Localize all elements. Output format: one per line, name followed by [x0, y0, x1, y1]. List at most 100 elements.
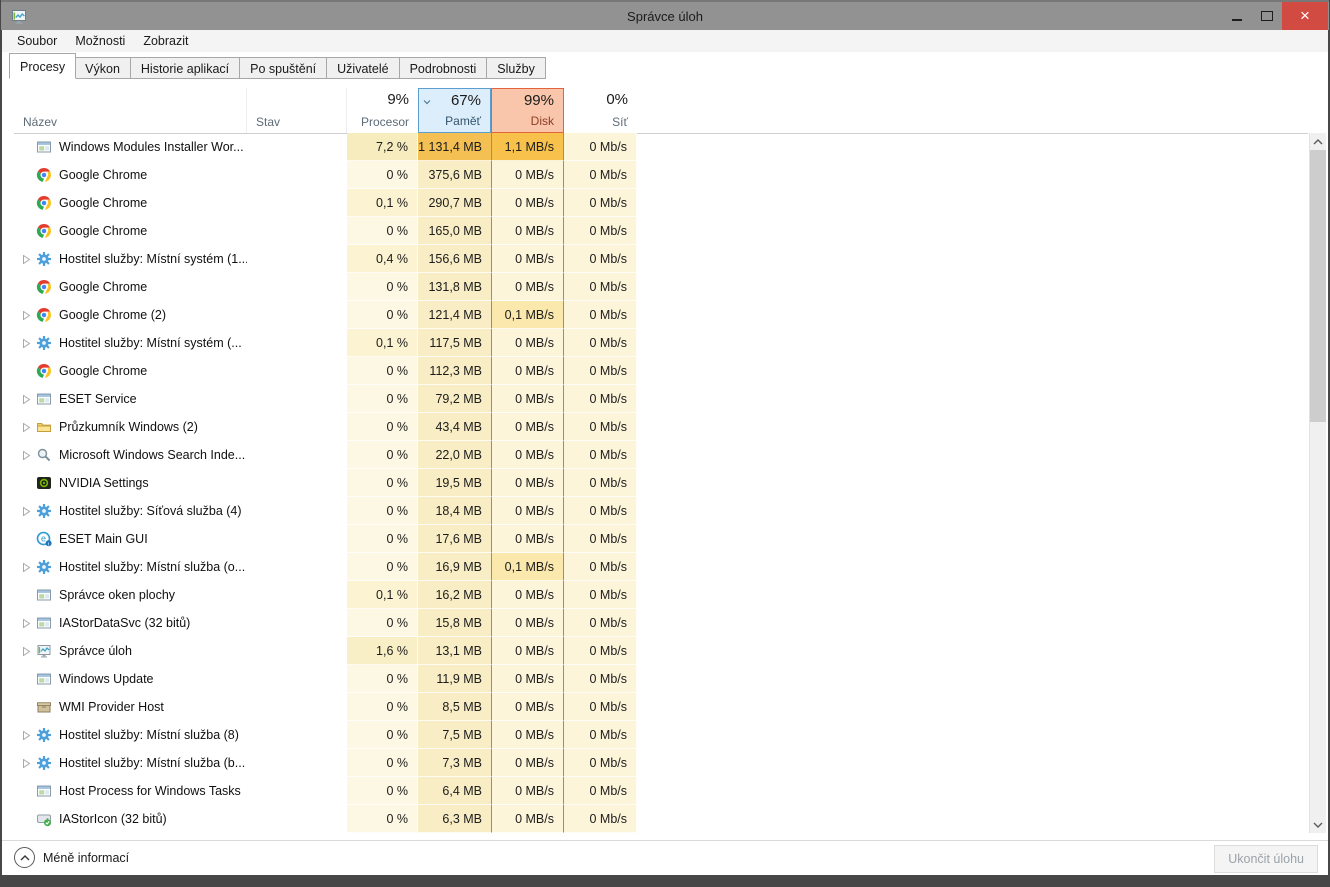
disk-value-cell: 0 MB/s: [491, 693, 564, 721]
close-button[interactable]: ×: [1282, 2, 1328, 30]
column-header-name[interactable]: Název: [14, 88, 247, 133]
row-filler: [637, 497, 1308, 525]
status-cell: [247, 693, 347, 721]
menu-item[interactable]: Zobrazit: [134, 31, 197, 51]
process-row[interactable]: Google Chrome (2) 0 % 121,4 MB 0,1 MB/s 0 Mb…: [14, 301, 1308, 329]
cpu-value-cell: 0 %: [347, 553, 418, 581]
tab-sluzby[interactable]: Služby: [487, 57, 546, 79]
maximize-button[interactable]: [1252, 2, 1282, 30]
process-row[interactable]: Google Chrome 0 % 165,0 MB 0 MB/s 0 Mb/s: [14, 217, 1308, 245]
vertical-scrollbar[interactable]: [1309, 133, 1326, 833]
process-name: Windows Update: [59, 672, 154, 686]
process-row[interactable]: Google Chrome 0 % 375,6 MB 0 MB/s 0 Mb/s: [14, 161, 1308, 189]
column-header-memory[interactable]: 67% Paměť: [418, 88, 491, 133]
process-row[interactable]: Microsoft Windows Search Inde... 0 % 22,0 …: [14, 441, 1308, 469]
process-row[interactable]: Hostitel služby: Místní systém (... 0,1 %…: [14, 329, 1308, 357]
menu-item[interactable]: Možnosti: [66, 31, 134, 51]
process-name-cell: Správce úloh: [14, 637, 247, 665]
process-row[interactable]: Hostitel služby: Místní služba (o... 0 % 1…: [14, 553, 1308, 581]
net-value-cell: 0 Mb/s: [564, 301, 637, 329]
column-header-cpu[interactable]: 9% Procesor: [347, 88, 418, 133]
mem-value-cell: 22,0 MB: [418, 441, 491, 469]
process-name: Windows Modules Installer Wor...: [59, 140, 244, 154]
process-row[interactable]: Hostitel služby: Síťová služba (4) 0 % 18,…: [14, 497, 1308, 525]
process-row[interactable]: e i ESET Main GUI 0 % 17,6 MB 0 MB/s 0 Mb/s: [14, 525, 1308, 553]
expand-arrow-icon[interactable]: [22, 310, 36, 320]
expand-arrow-icon[interactable]: [22, 254, 36, 264]
expand-arrow-icon[interactable]: [22, 646, 36, 656]
process-row[interactable]: WMI Provider Host 0 % 8,5 MB 0 MB/s 0 Mb/s: [14, 693, 1308, 721]
net-value-cell: 0 Mb/s: [564, 357, 637, 385]
tab-procesy[interactable]: Procesy: [9, 53, 77, 79]
cpu-value-cell: 0 %: [347, 777, 418, 805]
status-cell: [247, 385, 347, 413]
expand-arrow-icon[interactable]: [22, 758, 36, 768]
expand-arrow-icon[interactable]: [22, 394, 36, 404]
tab-vykon[interactable]: Výkon: [75, 57, 131, 79]
minimize-icon: [1232, 19, 1242, 21]
process-row[interactable]: Host Process for Windows Tasks 0 % 6,4 MB 0…: [14, 777, 1308, 805]
status-cell: [247, 553, 347, 581]
process-row[interactable]: Průzkumník Windows (2) 0 % 43,4 MB 0 MB/s 0 …: [14, 413, 1308, 441]
window-app-icon: [36, 587, 52, 603]
expand-arrow-icon[interactable]: [22, 730, 36, 740]
process-name: IAStorDataSvc (32 bitů): [59, 616, 191, 630]
process-row[interactable]: Google Chrome 0 % 131,8 MB 0 MB/s 0 Mb/s: [14, 273, 1308, 301]
window-app-icon: [36, 391, 52, 407]
process-row[interactable]: Hostitel služby: Místní systém (1... 0,4 …: [14, 245, 1308, 273]
process-row[interactable]: IAStorDataSvc (32 bitů) 0 % 15,8 MB 0 MB/s 0…: [14, 609, 1308, 637]
services-gear-icon: [36, 755, 52, 771]
expand-arrow-icon[interactable]: [22, 506, 36, 516]
row-filler: [637, 469, 1308, 497]
process-row[interactable]: Google Chrome 0 % 112,3 MB 0 MB/s 0 Mb/s: [14, 357, 1308, 385]
taskmgr-icon: [36, 643, 52, 659]
process-name-cell: Hostitel služby: Síťová služba (4): [14, 497, 247, 525]
disk-value-cell: 0 MB/s: [491, 805, 564, 833]
expand-arrow-icon[interactable]: [22, 338, 36, 348]
column-header-network[interactable]: 0% Síť: [564, 88, 637, 133]
process-row[interactable]: Správce oken plochy 0,1 % 16,2 MB 0 MB/s 0 M…: [14, 581, 1308, 609]
minimize-button[interactable]: [1222, 2, 1252, 30]
services-gear-icon: [36, 559, 52, 575]
mem-value-cell: 7,3 MB: [418, 749, 491, 777]
process-row[interactable]: Windows Modules Installer Wor... 7,2 % 1 1…: [14, 133, 1308, 161]
process-row[interactable]: NVIDIA Settings 0 % 19,5 MB 0 MB/s 0 Mb/s: [14, 469, 1308, 497]
process-row[interactable]: Google Chrome 0,1 % 290,7 MB 0 MB/s 0 Mb/s: [14, 189, 1308, 217]
status-cell: [247, 637, 347, 665]
expand-arrow-icon[interactable]: [22, 422, 36, 432]
disk-value-cell: 0 MB/s: [491, 273, 564, 301]
tab-po-spusteni[interactable]: Po spuštění: [240, 57, 328, 79]
cpu-total-percent: 9%: [387, 91, 409, 108]
row-filler: [637, 385, 1308, 413]
scroll-up-button[interactable]: [1310, 133, 1326, 150]
mem-value-cell: 79,2 MB: [418, 385, 491, 413]
process-row[interactable]: ESET Service 0 % 79,2 MB 0 MB/s 0 Mb/s: [14, 385, 1308, 413]
process-row[interactable]: Windows Update 0 % 11,9 MB 0 MB/s 0 Mb/s: [14, 665, 1308, 693]
disk-value-cell: 0 MB/s: [491, 161, 564, 189]
titlebar[interactable]: Správce úloh ×: [1, 0, 1329, 30]
tab-uzivatele[interactable]: Uživatelé: [327, 57, 400, 79]
less-details-button[interactable]: Méně informací: [14, 847, 129, 868]
process-name-cell: Hostitel služby: Místní systém (...: [14, 329, 247, 357]
disk-value-cell: 0,1 MB/s: [491, 301, 564, 329]
status-cell: [247, 217, 347, 245]
expand-arrow-icon[interactable]: [22, 450, 36, 460]
process-row[interactable]: Hostitel služby: Místní služba (8) 0 % 7,5…: [14, 721, 1308, 749]
tab-historie-aplikaci[interactable]: Historie aplikací: [130, 57, 241, 79]
process-name-cell: IAStorDataSvc (32 bitů): [14, 609, 247, 637]
expand-arrow-icon[interactable]: [22, 562, 36, 572]
disk-value-cell: 0 MB/s: [491, 525, 564, 553]
scrollbar-thumb[interactable]: [1310, 150, 1326, 422]
process-name-cell: Google Chrome: [14, 273, 247, 301]
process-row[interactable]: Správce úloh 1,6 % 13,1 MB 0 MB/s 0 Mb/s: [14, 637, 1308, 665]
process-row[interactable]: IAStorIcon (32 bitů) 0 % 6,3 MB 0 MB/s 0 Mb/…: [14, 805, 1308, 833]
column-header-status[interactable]: Stav: [247, 88, 347, 133]
process-row[interactable]: Hostitel služby: Místní služba (b... 0 % 7…: [14, 749, 1308, 777]
menu-item[interactable]: Soubor: [8, 31, 66, 51]
column-header-disk[interactable]: 99% Disk: [491, 88, 564, 133]
end-task-button[interactable]: Ukončit úlohu: [1214, 845, 1318, 873]
tab-podrobnosti[interactable]: Podrobnosti: [399, 57, 488, 79]
scroll-down-button[interactable]: [1310, 816, 1326, 833]
eset-icon: ei: [36, 531, 52, 547]
expand-arrow-icon[interactable]: [22, 618, 36, 628]
